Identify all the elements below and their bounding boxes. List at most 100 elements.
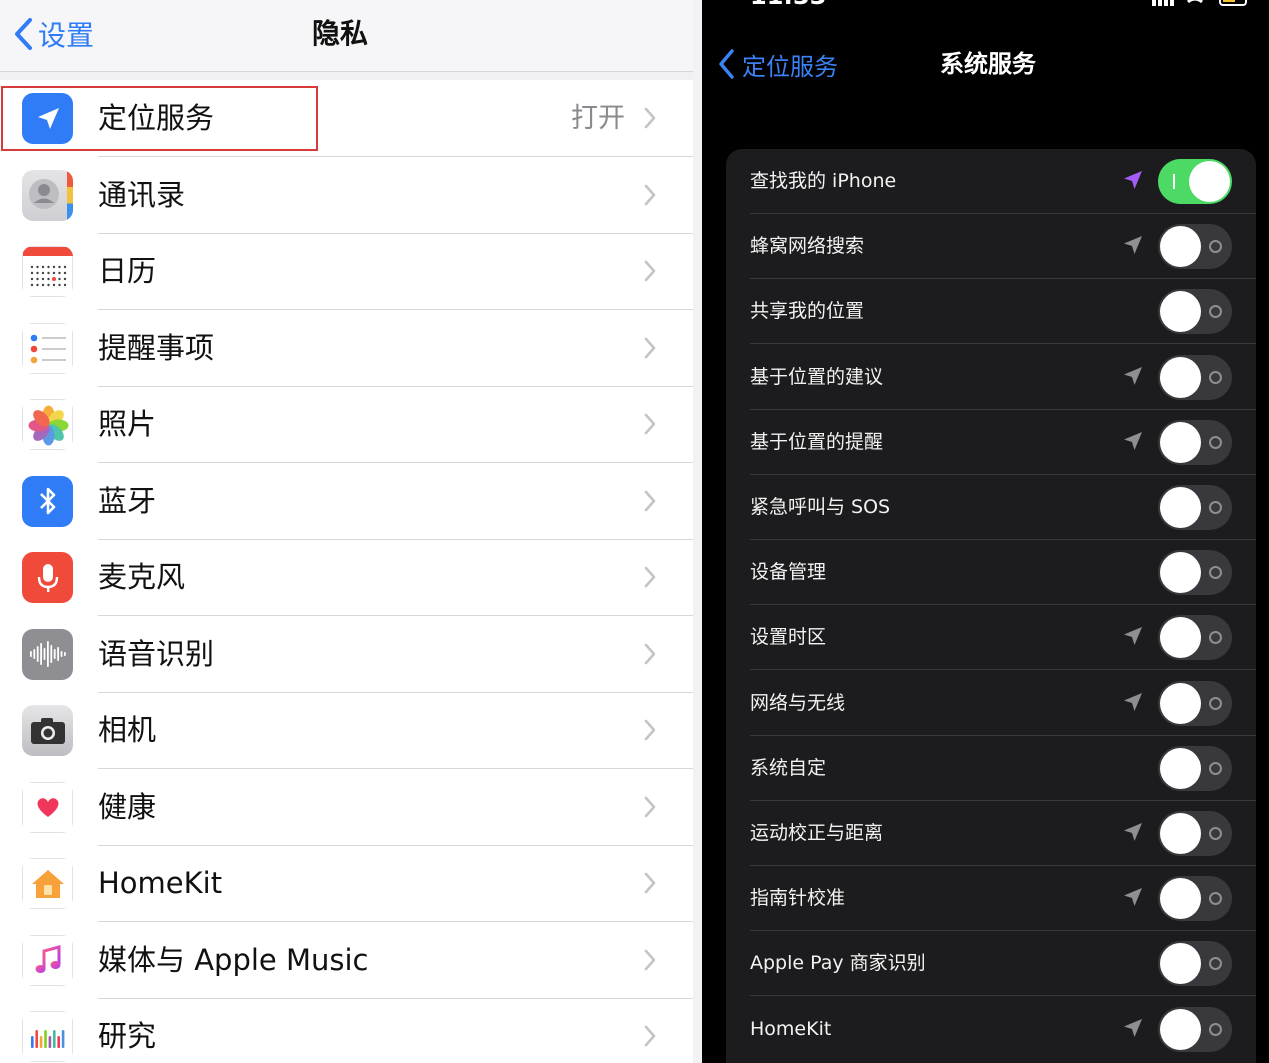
toggle-knob (1160, 421, 1201, 463)
health-icon (22, 781, 73, 833)
privacy-item-label: 媒体与 Apple Music (98, 942, 369, 977)
service-toggle[interactable] (1158, 419, 1232, 465)
toggle-off-mark (1209, 435, 1222, 449)
service-toggle[interactable] (1158, 485, 1232, 530)
toggle-knob (1160, 813, 1201, 854)
privacy-item-label: 麦克风 (98, 560, 186, 594)
bluetooth-icon (22, 475, 73, 527)
toggle-knob (1160, 943, 1201, 985)
toggle-knob (1160, 617, 1201, 659)
page-title: 隐私 (311, 17, 368, 50)
privacy-item-label: 相机 (98, 713, 157, 747)
privacy-item-value: 打开 (571, 103, 625, 134)
service-toggle[interactable] (1158, 289, 1232, 335)
system-service-row: 系统自定 (726, 736, 1256, 801)
chevron-right-icon (644, 719, 656, 741)
toggle-knob (1189, 161, 1230, 202)
status-bar: 11:33 (702, 0, 1269, 12)
system-service-label: 查找我的 iPhone (750, 170, 897, 192)
system-service-row: 查找我的 iPhone (726, 149, 1256, 214)
service-toggle[interactable] (1158, 224, 1232, 270)
system-service-row: 运动校正与距离 (726, 801, 1256, 866)
privacy-item-contacts[interactable]: 通讯录 (0, 157, 693, 234)
chevron-right-icon (644, 796, 656, 817)
microphone-icon (22, 552, 73, 603)
system-service-row: 设置时区 (726, 605, 1256, 671)
toggle-off-mark (1209, 957, 1222, 971)
location-arrow-icon (1124, 431, 1142, 450)
privacy-item-speech-recognition[interactable]: 语音识别 (0, 616, 693, 693)
location-arrow-icon (1124, 888, 1142, 907)
toggle-knob (1160, 291, 1201, 333)
system-service-row: 设备管理 (726, 540, 1256, 606)
toggle-off-mark (1209, 501, 1222, 514)
system-service-label: 设备管理 (750, 561, 827, 584)
research-icon (22, 1011, 73, 1062)
privacy-item-health[interactable]: 健康 (0, 769, 693, 846)
status-time: 11:33 (750, 0, 826, 10)
privacy-item-camera[interactable]: 相机 (0, 692, 693, 769)
privacy-item-microphone[interactable]: 麦克风 (0, 539, 693, 616)
system-service-label: 网络与无线 (750, 691, 846, 714)
privacy-item-label: 日历 (98, 254, 157, 288)
privacy-item-music[interactable]: 媒体与 Apple Music (0, 922, 693, 999)
system-services-panel: 11:33 定位服务 系统服务 查找我的 iPhone 蜂窝网络搜索共享我的位置基… (702, 0, 1269, 1063)
privacy-item-reminders[interactable]: 提醒事项 (0, 310, 693, 387)
system-services-list: 查找我的 iPhone 蜂窝网络搜索 共享我的位置 基于位置的建议 基于位置的提醒 紧急呼… (726, 149, 1256, 1063)
service-toggle[interactable] (1158, 876, 1232, 922)
privacy-item-location[interactable]: 定位服务 打开 (0, 80, 693, 157)
photos-icon (22, 399, 73, 450)
service-toggle[interactable] (1158, 941, 1232, 987)
location-arrow-icon (1124, 171, 1142, 189)
toggle-knob (1160, 487, 1201, 528)
service-toggle[interactable] (1158, 615, 1232, 661)
panel-divider (693, 0, 702, 1063)
service-toggle[interactable] (1158, 811, 1232, 856)
system-service-row: 基于位置的建议 (726, 345, 1256, 410)
system-service-row: Apple Pay 商家识别 (726, 931, 1256, 997)
system-service-row: 紧急呼叫与 SOS (726, 475, 1256, 540)
back-button[interactable]: 定位服务 (714, 44, 838, 84)
toggle-off-mark (1209, 1022, 1222, 1036)
chevron-right-icon (644, 184, 656, 205)
toggle-off-mark (1209, 761, 1222, 775)
system-service-label: 基于位置的建议 (750, 365, 884, 388)
toggle-off-mark (1209, 566, 1222, 580)
privacy-item-label: 研究 (98, 1019, 157, 1053)
privacy-item-photos[interactable]: 照片 (0, 386, 693, 463)
system-service-label: Apple Pay 商家识别 (750, 952, 926, 975)
service-toggle[interactable] (1158, 1006, 1232, 1052)
privacy-item-homekit[interactable]: HomeKit (0, 845, 693, 922)
location-icon (22, 93, 73, 144)
privacy-item-label: 通讯录 (98, 177, 186, 212)
toggle-off-mark (1209, 370, 1222, 384)
privacy-item-bluetooth[interactable]: 蓝牙 (0, 463, 693, 540)
privacy-item-calendar[interactable]: 日历 (0, 233, 693, 310)
system-service-row: 蜂窝网络搜索 (726, 214, 1256, 280)
toggle-knob (1160, 878, 1201, 920)
service-toggle[interactable] (1158, 550, 1232, 596)
system-service-row: HomeKit (726, 997, 1256, 1062)
reminders-icon (22, 322, 73, 374)
page-title: 系统服务 (940, 50, 1036, 78)
toggle-knob (1160, 1008, 1201, 1050)
system-service-row: 基于位置的提醒 (726, 410, 1256, 475)
system-service-row: 指南针校准 (726, 866, 1256, 932)
service-toggle[interactable] (1158, 680, 1232, 726)
toggle-off-mark (1209, 892, 1222, 906)
privacy-item-research[interactable]: 研究 (0, 998, 693, 1063)
toggle-knob (1160, 747, 1201, 789)
chevron-right-icon (644, 107, 656, 129)
chevron-right-icon (644, 872, 656, 894)
privacy-settings-panel: 设置 隐私 定位服务 打开 通讯录 日历 提醒事项 照片 蓝牙 麦克风 语音识别 相机 健康 Home… (0, 0, 693, 1063)
chevron-right-icon (644, 337, 656, 358)
location-arrow-icon (1124, 692, 1142, 711)
service-toggle[interactable] (1158, 354, 1232, 400)
toggle-knob (1160, 356, 1201, 398)
service-toggle[interactable] (1158, 159, 1232, 204)
system-service-label: 蜂窝网络搜索 (750, 235, 865, 258)
privacy-item-label: 照片 (98, 407, 157, 441)
chevron-right-icon (644, 643, 656, 664)
toggle-off-mark (1209, 305, 1222, 319)
service-toggle[interactable] (1158, 745, 1232, 791)
